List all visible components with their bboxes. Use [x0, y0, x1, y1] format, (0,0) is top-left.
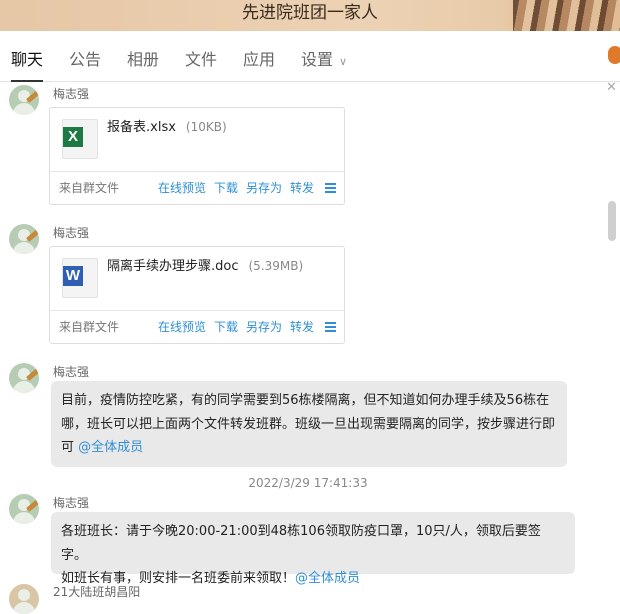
tab-settings[interactable]: 设置 ∨ — [301, 51, 347, 81]
file-name-text: 报备表.xlsx — [107, 120, 176, 135]
mention-all-link[interactable]: @全体成员 — [295, 571, 360, 586]
file-size: (10KB) — [185, 120, 227, 134]
divider — [50, 171, 344, 172]
tab-bar: 聊天 公告 相册 文件 应用 设置 ∨ — [0, 31, 620, 82]
avatar[interactable] — [9, 584, 39, 614]
file-name: 报备表.xlsx (10KB) — [107, 119, 227, 136]
file-card[interactable]: X 报备表.xlsx (10KB) 来自群文件 在线预览 下载 另存为 转发 — [49, 107, 345, 205]
chevron-down-icon: ∨ — [339, 55, 348, 68]
scrollbar-thumb[interactable] — [608, 201, 616, 241]
excel-icon: X — [62, 119, 98, 159]
sender-name: 21大陆班胡昌阳 — [53, 585, 141, 599]
file-source: 来自群文件 — [59, 181, 120, 195]
mention-all-link[interactable]: @全体成员 — [78, 440, 143, 455]
preview-online-link[interactable]: 在线预览 — [158, 320, 206, 334]
file-source: 来自群文件 — [59, 320, 120, 334]
file-name-text: 隔离手续办理步骤.doc — [107, 259, 239, 274]
sender-name: 梅志强 — [53, 496, 90, 510]
message-line: 哪，班长可以把上面两个文件转发班群。班级一旦出现需要隔离的同学，按步骤进行即 — [61, 416, 556, 432]
sender-name: 梅志强 — [53, 226, 90, 240]
message-text: 如班长有事，则安排一名班委前来领取！ — [61, 571, 296, 586]
tab-apps[interactable]: 应用 — [243, 51, 275, 81]
message-text: 可 — [61, 440, 79, 455]
save-as-link[interactable]: 另存为 — [246, 320, 282, 334]
forward-link[interactable]: 转发 — [290, 181, 314, 195]
tab-notice[interactable]: 公告 — [69, 51, 101, 81]
window-title: 先进院班团一家人 — [242, 3, 378, 23]
tab-chat[interactable]: 聊天 — [11, 51, 44, 82]
file-name: 隔离手续办理步骤.doc (5.39MB) — [107, 258, 303, 275]
word-icon: W — [62, 258, 98, 298]
tab-files[interactable]: 文件 — [185, 51, 217, 81]
avatar[interactable] — [9, 224, 39, 254]
sender-name: 梅志强 — [53, 365, 90, 379]
close-icon[interactable]: ✕ — [606, 81, 617, 94]
download-link[interactable]: 下载 — [214, 320, 238, 334]
menu-icon[interactable] — [325, 183, 336, 193]
save-as-link[interactable]: 另存为 — [246, 181, 282, 195]
message-line: 各班班长：请于今晚20:00-21:00到48栋106领取防疫口罩，10只/人，… — [61, 524, 541, 563]
download-link[interactable]: 下载 — [214, 181, 238, 195]
title-bar: 先进院班团一家人 — [0, 0, 620, 31]
file-card[interactable]: W 隔离手续办理步骤.doc (5.39MB) 来自群文件 在线预览 下载 另存为… — [49, 246, 345, 344]
message-bubble[interactable]: 目前，疫情防控吃紧，有的同学需要到56栋楼隔离，但不知道如何办理手续及56栋在 … — [51, 381, 567, 467]
message-bubble[interactable]: 各班班长：请于今晚20:00-21:00到48栋106领取防疫口罩，10只/人，… — [51, 512, 575, 586]
preview-online-link[interactable]: 在线预览 — [158, 181, 206, 195]
message-line: 目前，疫情防控吃紧，有的同学需要到56栋楼隔离，但不知道如何办理手续及56栋在 — [61, 393, 550, 408]
sender-name: 梅志强 — [53, 87, 90, 101]
avatar[interactable] — [9, 85, 39, 115]
avatar[interactable] — [9, 363, 39, 393]
group-app-icon[interactable] — [608, 46, 620, 64]
message-line: 可 @全体成员 — [61, 436, 557, 460]
file-size: (5.39MB) — [248, 259, 304, 273]
timestamp: 2022/3/29 17:41:33 — [248, 476, 368, 490]
divider — [50, 310, 344, 311]
tab-album[interactable]: 相册 — [127, 51, 159, 81]
avatar[interactable] — [9, 494, 39, 524]
menu-icon[interactable] — [325, 322, 336, 332]
forward-link[interactable]: 转发 — [290, 320, 314, 334]
tab-settings-label: 设置 — [301, 50, 334, 69]
